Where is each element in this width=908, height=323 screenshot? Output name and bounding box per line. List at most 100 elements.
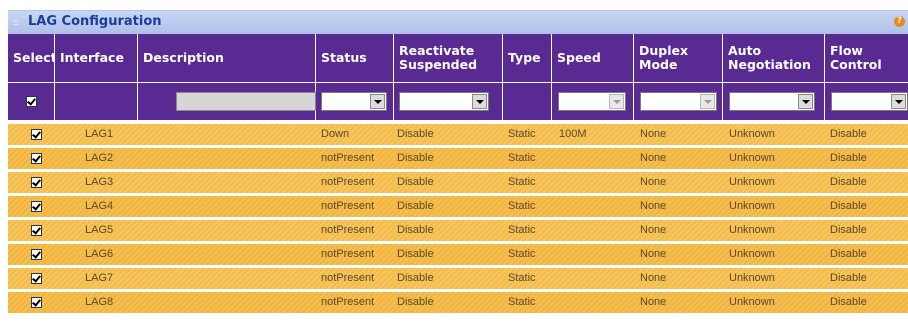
reactivate-cell: Disable [397,128,434,140]
duplex-cell: None [640,248,667,260]
chevron-down-icon [891,94,906,109]
type-cell: Static [508,200,536,212]
chevron-down-icon [700,94,715,109]
type-cell: Static [508,272,536,284]
duplex-cell: None [640,200,667,212]
chevron-down-icon [798,94,813,109]
reactivate-suspended-select[interactable] [399,92,489,111]
table-row[interactable]: LAG5 notPresent Disable Static None Unkn… [8,220,908,241]
type-cell: Static [508,224,536,236]
column-header-select: Select [8,34,57,82]
interface-cell: LAG6 [85,248,114,260]
autoneg-cell: Unknown [729,200,775,212]
filter-reactivate-cell [394,83,503,120]
status-cell: Down [321,128,350,140]
panel-title: LAG Configuration [28,14,162,29]
autoneg-cell: Unknown [729,152,775,164]
column-header-reactivate-suspended: Reactivate Suspended [394,34,503,82]
status-cell: notPresent [321,176,375,188]
auto-negotiation-select[interactable] [729,92,815,111]
status-cell: notPresent [321,200,375,212]
row-select-checkbox[interactable] [31,225,42,236]
status-select[interactable] [321,92,387,111]
duplex-mode-select[interactable] [640,92,717,111]
table-row[interactable]: LAG1 Down Disable Static 100M None Unkno… [8,124,908,145]
row-select-checkbox[interactable] [31,273,42,284]
interface-cell: LAG4 [85,200,114,212]
row-select-checkbox[interactable] [31,201,42,212]
help-icon[interactable]: ? [894,16,905,27]
status-cell: notPresent [321,224,375,236]
filter-select-cell [8,83,55,120]
interface-cell: LAG2 [85,152,114,164]
reactivate-cell: Disable [397,152,434,164]
autoneg-cell: Unknown [729,128,775,140]
row-select-checkbox[interactable] [31,297,42,308]
status-cell: notPresent [321,296,375,308]
flow-cell: Disable [830,176,867,188]
type-cell: Static [508,176,536,188]
filter-status-cell [316,83,394,120]
duplex-cell: None [640,176,667,188]
duplex-cell: None [640,272,667,284]
row-select-checkbox[interactable] [31,249,42,260]
interface-cell: LAG3 [85,176,114,188]
flow-cell: Disable [830,296,867,308]
flow-cell: Disable [830,152,867,164]
autoneg-cell: Unknown [729,248,775,260]
filter-speed-cell [552,83,634,120]
row-select-checkbox[interactable] [31,153,42,164]
column-header-auto-negotiation: Auto Negotiation [723,34,825,82]
filter-interface-cell [55,83,138,120]
reactivate-cell: Disable [397,200,434,212]
filter-duplex-cell [634,83,723,120]
type-cell: Static [508,128,536,140]
interface-cell: LAG5 [85,224,114,236]
duplex-cell: None [640,296,667,308]
reactivate-cell: Disable [397,224,434,236]
row-select-checkbox[interactable] [31,129,42,140]
autoneg-cell: Unknown [729,224,775,236]
speed-select[interactable] [558,92,626,111]
reactivate-cell: Disable [397,176,434,188]
reactivate-cell: Disable [397,248,434,260]
row-select-checkbox[interactable] [31,177,42,188]
select-all-checkbox[interactable] [26,96,37,107]
duplex-cell: None [640,152,667,164]
autoneg-cell: Unknown [729,296,775,308]
table-row[interactable]: LAG3 notPresent Disable Static None Unkn… [8,172,908,193]
chevron-down-icon [370,94,385,109]
column-header-flow-control: Flow Control [825,34,908,82]
table-row[interactable]: LAG7 notPresent Disable Static None Unkn… [8,268,908,289]
status-cell: notPresent [321,152,375,164]
speed-cell: 100M [559,128,587,140]
type-cell: Static [508,248,536,260]
table-row[interactable]: LAG4 notPresent Disable Static None Unkn… [8,196,908,217]
filter-description-cell [138,83,316,120]
column-header-description: Description [138,34,316,82]
table-row[interactable]: LAG6 notPresent Disable Static None Unkn… [8,244,908,265]
lag-configuration-panel: :: LAG Configuration ? Select Interface … [8,10,908,323]
interface-cell: LAG1 [85,128,114,140]
column-header-speed: Speed [552,34,634,82]
duplex-cell: None [640,224,667,236]
flow-control-select[interactable] [831,92,908,111]
panel-title-bar: :: LAG Configuration ? [8,10,908,35]
column-header-type: Type [503,34,552,82]
filter-flow-cell [825,83,908,120]
chevron-down-icon [472,94,487,109]
chevron-down-icon [609,94,624,109]
filter-type-cell [503,83,552,120]
column-header-duplex-mode: Duplex Mode [634,34,723,82]
table-row[interactable]: LAG2 notPresent Disable Static None Unkn… [8,148,908,169]
interface-cell: LAG7 [85,272,114,284]
column-header-interface: Interface [55,34,138,82]
flow-cell: Disable [830,128,867,140]
description-input[interactable] [176,92,316,111]
flow-cell: Disable [830,224,867,236]
table-row[interactable]: LAG8 notPresent Disable Static None Unkn… [8,292,908,313]
type-cell: Static [508,296,536,308]
filter-autoneg-cell [723,83,825,120]
flow-cell: Disable [830,200,867,212]
flow-cell: Disable [830,272,867,284]
